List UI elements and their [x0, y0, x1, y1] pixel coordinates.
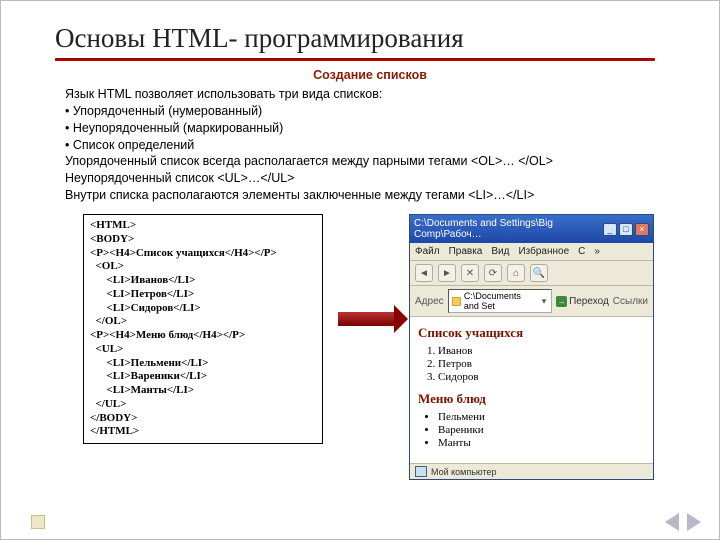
menu-favorites[interactable]: Избранное — [518, 246, 569, 257]
stop-button[interactable]: ✕ — [461, 264, 479, 282]
address-value: C:\Documents and Set — [464, 291, 537, 311]
go-button[interactable]: →Переход — [556, 296, 609, 307]
page-title: Основы HTML- программирования — [55, 23, 719, 54]
menu-tools[interactable]: С — [578, 246, 585, 257]
menu-edit[interactable]: Правка — [449, 246, 483, 257]
address-input[interactable]: C:\Documents and Set ▾ — [448, 289, 552, 313]
home-button[interactable]: ⌂ — [507, 264, 525, 282]
slide-nav — [665, 513, 701, 531]
prev-slide-button[interactable] — [665, 513, 679, 531]
toolbar: ◄ ► ✕ ⟳ ⌂ 🔍 — [410, 261, 653, 286]
slide-corner-icon — [31, 515, 45, 529]
text-bullet: • Список определений — [65, 137, 675, 154]
back-button[interactable]: ◄ — [415, 264, 433, 282]
arrow-head-icon — [394, 305, 408, 333]
address-dropdown-icon[interactable]: ▾ — [540, 296, 548, 307]
text-bullet: • Неупорядоченный (маркированный) — [65, 120, 675, 137]
arrow — [331, 214, 401, 424]
window-titlebar[interactable]: C:\Documents and Settings\Big Comp\Рабоч… — [410, 215, 653, 243]
links-label[interactable]: Ссылки — [613, 296, 648, 307]
section-subhead: Создание списков — [65, 67, 675, 84]
rendered-ordered-list: Иванов Петров Сидоров — [438, 345, 645, 383]
maximize-button[interactable]: □ — [619, 223, 633, 236]
forward-button[interactable]: ► — [438, 264, 456, 282]
menubar: Файл Правка Вид Избранное С » — [410, 243, 653, 261]
columns: <HTML> <BODY> <P><H4>Список учащихся</H4… — [83, 214, 719, 480]
list-item: Пельмени — [438, 411, 645, 423]
text-line: Внутри списка располагаются элементы зак… — [65, 187, 675, 204]
html-source-box: <HTML> <BODY> <P><H4>Список учащихся</H4… — [83, 214, 323, 444]
text-line: Язык HTML позволяет использовать три вид… — [65, 86, 675, 103]
rendered-heading-1: Список учащихся — [418, 325, 645, 341]
description-block: Создание списков Язык HTML позволяет исп… — [65, 67, 675, 204]
text-line: Неупорядоченный список <UL>…</UL> — [65, 170, 675, 187]
search-button[interactable]: 🔍 — [530, 264, 548, 282]
status-text: Мой компьютер — [431, 467, 497, 477]
browser-content: Список учащихся Иванов Петров Сидоров Ме… — [410, 317, 653, 463]
rendered-unordered-list: Пельмени Вареники Манты — [438, 411, 645, 449]
go-label: Переход — [569, 296, 609, 307]
title-underline — [55, 58, 655, 61]
next-slide-button[interactable] — [687, 513, 701, 531]
menu-file[interactable]: Файл — [415, 246, 440, 257]
minimize-button[interactable]: _ — [603, 223, 617, 236]
computer-icon — [415, 466, 427, 477]
close-button[interactable]: × — [635, 223, 649, 236]
list-item: Вареники — [438, 424, 645, 436]
list-item: Манты — [438, 437, 645, 449]
browser-window: C:\Documents and Settings\Big Comp\Рабоч… — [409, 214, 654, 480]
address-label: Адрес — [415, 296, 444, 307]
window-buttons: _ □ × — [603, 223, 649, 236]
rendered-heading-2: Меню блюд — [418, 391, 645, 407]
address-bar: Адрес C:\Documents and Set ▾ →Переход Сс… — [410, 286, 653, 317]
refresh-button[interactable]: ⟳ — [484, 264, 502, 282]
arrow-body — [338, 312, 394, 326]
window-title: C:\Documents and Settings\Big Comp\Рабоч… — [414, 218, 603, 240]
menu-overflow[interactable]: » — [594, 246, 600, 257]
folder-icon — [452, 297, 461, 306]
list-item: Петров — [438, 358, 645, 370]
statusbar: Мой компьютер — [410, 463, 653, 479]
list-item: Иванов — [438, 345, 645, 357]
menu-view[interactable]: Вид — [491, 246, 509, 257]
text-bullet: • Упорядоченный (нумерованный) — [65, 103, 675, 120]
go-icon: → — [556, 296, 567, 307]
list-item: Сидоров — [438, 371, 645, 383]
text-line: Упорядоченный список всегда располагаетс… — [65, 153, 675, 170]
